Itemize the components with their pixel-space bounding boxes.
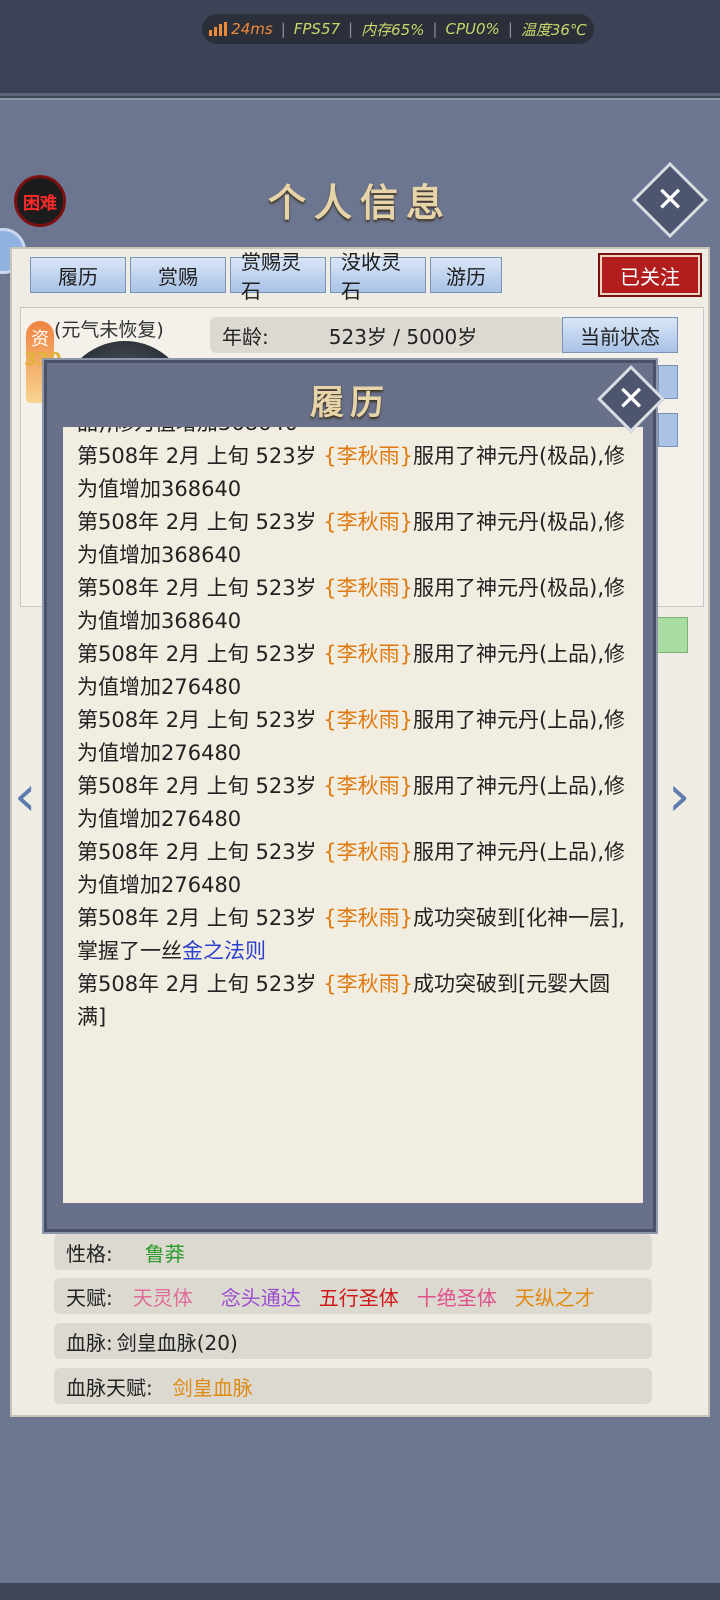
bloodline-talent-row: 血脉天赋: 剑皇血脉 bbox=[54, 1368, 652, 1404]
memory-text: 内存65% bbox=[361, 20, 425, 39]
log-entry-partial: 品),修为值增加368640 bbox=[77, 427, 629, 440]
current-state-button[interactable]: 当前状态 bbox=[562, 317, 678, 353]
close-icon: ✕ bbox=[655, 180, 685, 220]
log-character-name: {李秋雨} bbox=[323, 510, 413, 534]
log-date: 第508年 2月 上旬 523岁 bbox=[77, 906, 324, 930]
tab-reward-stones[interactable]: 赏赐灵石 bbox=[230, 250, 326, 303]
talent-label: 天赋: bbox=[66, 1285, 113, 1310]
qi-status: (元气未恢复) bbox=[54, 319, 164, 341]
log-entry: 第508年 2月 上旬 523岁 {李秋雨}成功突破到[元婴大圆满] bbox=[77, 968, 629, 1034]
tab-resume[interactable]: 履历 bbox=[30, 257, 126, 293]
log-date: 第508年 2月 上旬 523岁 bbox=[77, 972, 324, 996]
bloodline-label: 血脉: bbox=[66, 1330, 113, 1355]
talent-item: 天纵之才 bbox=[514, 1285, 595, 1310]
log-entry: 第508年 2月 上旬 523岁 {李秋雨}服用了神元丹(极品),修为值增加36… bbox=[77, 572, 629, 638]
tab-confiscate-stones[interactable]: 没收灵石 bbox=[330, 250, 426, 303]
bloodline-talent-label: 血脉天赋: bbox=[66, 1375, 153, 1400]
dialog-title: 履历 bbox=[310, 383, 390, 423]
divider: | bbox=[280, 20, 286, 38]
talent-item: 五行圣体 bbox=[318, 1285, 399, 1310]
log-date: 第508年 2月 上旬 523岁 bbox=[77, 642, 324, 666]
divider: | bbox=[432, 20, 438, 38]
personality-label: 性格: bbox=[66, 1241, 113, 1266]
log-entry: 第508年 2月 上旬 523岁 {李秋雨}服用了神元丹(极品),修为值增加36… bbox=[77, 440, 629, 506]
age-row: 年龄: 523岁 / 5000岁 bbox=[210, 317, 564, 353]
bloodline-row: 血脉: 剑皇血脉(20) bbox=[54, 1323, 652, 1359]
divider: | bbox=[348, 20, 354, 38]
talent-item: 念头通达 bbox=[220, 1285, 301, 1310]
log-entry: 第508年 2月 上旬 523岁 {李秋雨}成功突破到[化神一层],掌握了一丝金… bbox=[77, 902, 629, 968]
resume-log[interactable]: 品),修为值增加368640 第508年 2月 上旬 523岁 {李秋雨}服用了… bbox=[63, 427, 643, 1203]
ping-indicator: 24ms bbox=[209, 20, 273, 38]
cpu-text: CPU0% bbox=[445, 20, 500, 38]
hidden-button[interactable] bbox=[658, 365, 678, 399]
log-list: 品),修为值增加368640 第508年 2月 上旬 523岁 {李秋雨}服用了… bbox=[77, 427, 629, 1034]
talent-item: 十绝圣体 bbox=[416, 1285, 497, 1310]
log-date: 第508年 2月 上旬 523岁 bbox=[77, 708, 324, 732]
bloodline-value: 剑皇血脉(20) bbox=[116, 1330, 238, 1355]
personality-value: 鲁莽 bbox=[144, 1241, 185, 1266]
action-tabs: 履历 赏赐 赏赐灵石 没收灵石 游历 bbox=[30, 250, 502, 303]
bloodline-talent-value: 剑皇血脉 bbox=[172, 1375, 253, 1400]
personality-row: 性格: 鲁莽 bbox=[54, 1234, 652, 1270]
signal-bars-icon bbox=[209, 22, 228, 36]
tab-travel[interactable]: 游历 bbox=[430, 257, 502, 293]
tab-reward[interactable]: 赏赐 bbox=[130, 257, 226, 293]
log-character-name: {李秋雨} bbox=[323, 906, 413, 930]
log-character-name: {李秋雨} bbox=[323, 774, 413, 798]
performance-overlay: 24ms | FPS57 | 内存65% | CPU0% | 温度36℃ bbox=[202, 14, 594, 44]
log-character-name: {李秋雨} bbox=[323, 642, 413, 666]
talent-row: 天赋: 天灵体 念头通达 五行圣体 十绝圣体 天纵之才 bbox=[54, 1278, 652, 1314]
resume-dialog: 履历 品),修为值增加368640 第508年 2月 上旬 523岁 {李秋雨}… bbox=[44, 360, 656, 1232]
close-icon: ✕ bbox=[616, 379, 646, 419]
log-character-name: {李秋雨} bbox=[323, 444, 413, 468]
log-entry: 第508年 2月 上旬 523岁 {李秋雨}服用了神元丹(上品),修为值增加27… bbox=[77, 704, 629, 770]
age-label: 年龄: bbox=[222, 324, 269, 349]
log-date: 第508年 2月 上旬 523岁 bbox=[77, 510, 324, 534]
log-date: 第508年 2月 上旬 523岁 bbox=[77, 840, 324, 864]
log-law: 金之法则 bbox=[182, 939, 266, 963]
follow-button[interactable]: 已关注 bbox=[598, 253, 702, 297]
log-character-name: {李秋雨} bbox=[323, 708, 413, 732]
page-title: 个人信息 bbox=[267, 180, 452, 225]
prev-arrow-icon[interactable]: ‹ bbox=[14, 769, 44, 825]
log-date: 第508年 2月 上旬 523岁 bbox=[77, 774, 324, 798]
log-character-name: {李秋雨} bbox=[323, 840, 413, 864]
divider: | bbox=[507, 20, 513, 38]
temperature-text: 温度36℃ bbox=[520, 20, 587, 39]
log-date: 第508年 2月 上旬 523岁 bbox=[77, 576, 324, 600]
next-arrow-icon[interactable]: › bbox=[668, 769, 698, 825]
ping-text: 24ms bbox=[231, 20, 273, 38]
talent-item: 天灵体 bbox=[132, 1285, 193, 1310]
fps-text: FPS57 bbox=[293, 20, 341, 38]
log-character-name: {李秋雨} bbox=[323, 576, 413, 600]
log-entry: 第508年 2月 上旬 523岁 {李秋雨}服用了神元丹(上品),修为值增加27… bbox=[77, 836, 629, 902]
log-entry: 第508年 2月 上旬 523岁 {李秋雨}服用了神元丹(上品),修为值增加27… bbox=[77, 638, 629, 704]
log-character-name: {李秋雨} bbox=[323, 972, 413, 996]
log-entry: 第508年 2月 上旬 523岁 {李秋雨}服用了神元丹(上品),修为值增加27… bbox=[77, 770, 629, 836]
hidden-button[interactable] bbox=[658, 413, 678, 447]
age-value: 523岁 / 5000岁 bbox=[328, 324, 478, 349]
log-entry: 第508年 2月 上旬 523岁 {李秋雨}服用了神元丹(极品),修为值增加36… bbox=[77, 506, 629, 572]
log-date: 第508年 2月 上旬 523岁 bbox=[77, 444, 324, 468]
